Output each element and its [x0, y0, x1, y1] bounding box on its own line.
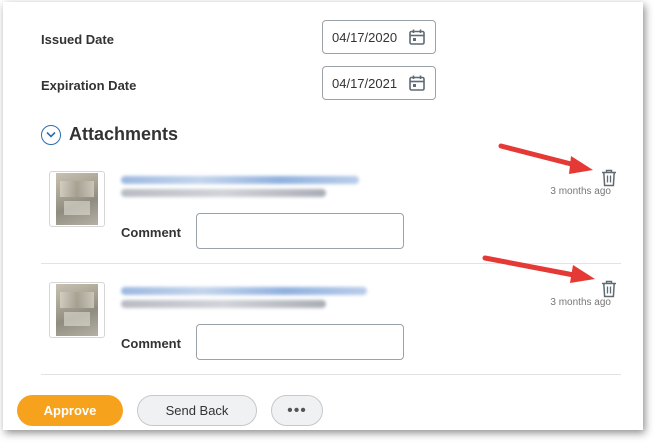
red-arrow-annotation — [498, 143, 593, 174]
chevron-down-icon[interactable] — [41, 124, 61, 145]
attachment-time-ago: 3 months ago — [550, 186, 611, 197]
comment-label: Comment — [121, 225, 181, 240]
attachment-thumbnail[interactable] — [49, 171, 105, 227]
trash-icon[interactable] — [601, 169, 617, 187]
red-arrow-annotation — [482, 255, 595, 283]
attachments-header[interactable]: Attachments — [41, 124, 178, 145]
trash-icon[interactable] — [601, 280, 617, 298]
attachment-thumbnail[interactable] — [49, 282, 105, 338]
attachment-item: 3 months ago Comment — [41, 165, 621, 265]
task-panel: Issued Date 04/17/2020 Expiration Date 0… — [3, 2, 643, 430]
attachment-time-ago: 3 months ago — [550, 297, 611, 308]
send-back-button[interactable]: Send Back — [137, 395, 257, 426]
issued-date-label: Issued Date — [41, 32, 114, 47]
calendar-icon[interactable] — [408, 74, 426, 92]
attachment-meta-redacted — [121, 189, 326, 197]
more-options-button[interactable]: ••• — [271, 395, 323, 426]
action-bar: Approve Send Back ••• — [3, 385, 643, 430]
comment-input[interactable] — [196, 213, 404, 249]
expiration-date-field[interactable]: 04/17/2021 — [322, 66, 436, 100]
expiration-date-value: 04/17/2021 — [332, 75, 398, 91]
attachment-meta-redacted — [121, 300, 326, 308]
approve-button[interactable]: Approve — [17, 395, 123, 426]
issued-date-field[interactable]: 04/17/2020 — [322, 20, 436, 54]
expiration-date-label: Expiration Date — [41, 78, 137, 93]
attachments-title: Attachments — [69, 124, 179, 144]
calendar-icon[interactable] — [408, 28, 426, 46]
attachment-filename-redacted[interactable] — [121, 287, 367, 295]
divider — [41, 374, 621, 375]
attachment-filename-redacted[interactable] — [121, 176, 359, 184]
comment-label: Comment — [121, 336, 181, 351]
issued-date-value: 04/17/2020 — [332, 29, 398, 45]
comment-input[interactable] — [196, 324, 404, 360]
